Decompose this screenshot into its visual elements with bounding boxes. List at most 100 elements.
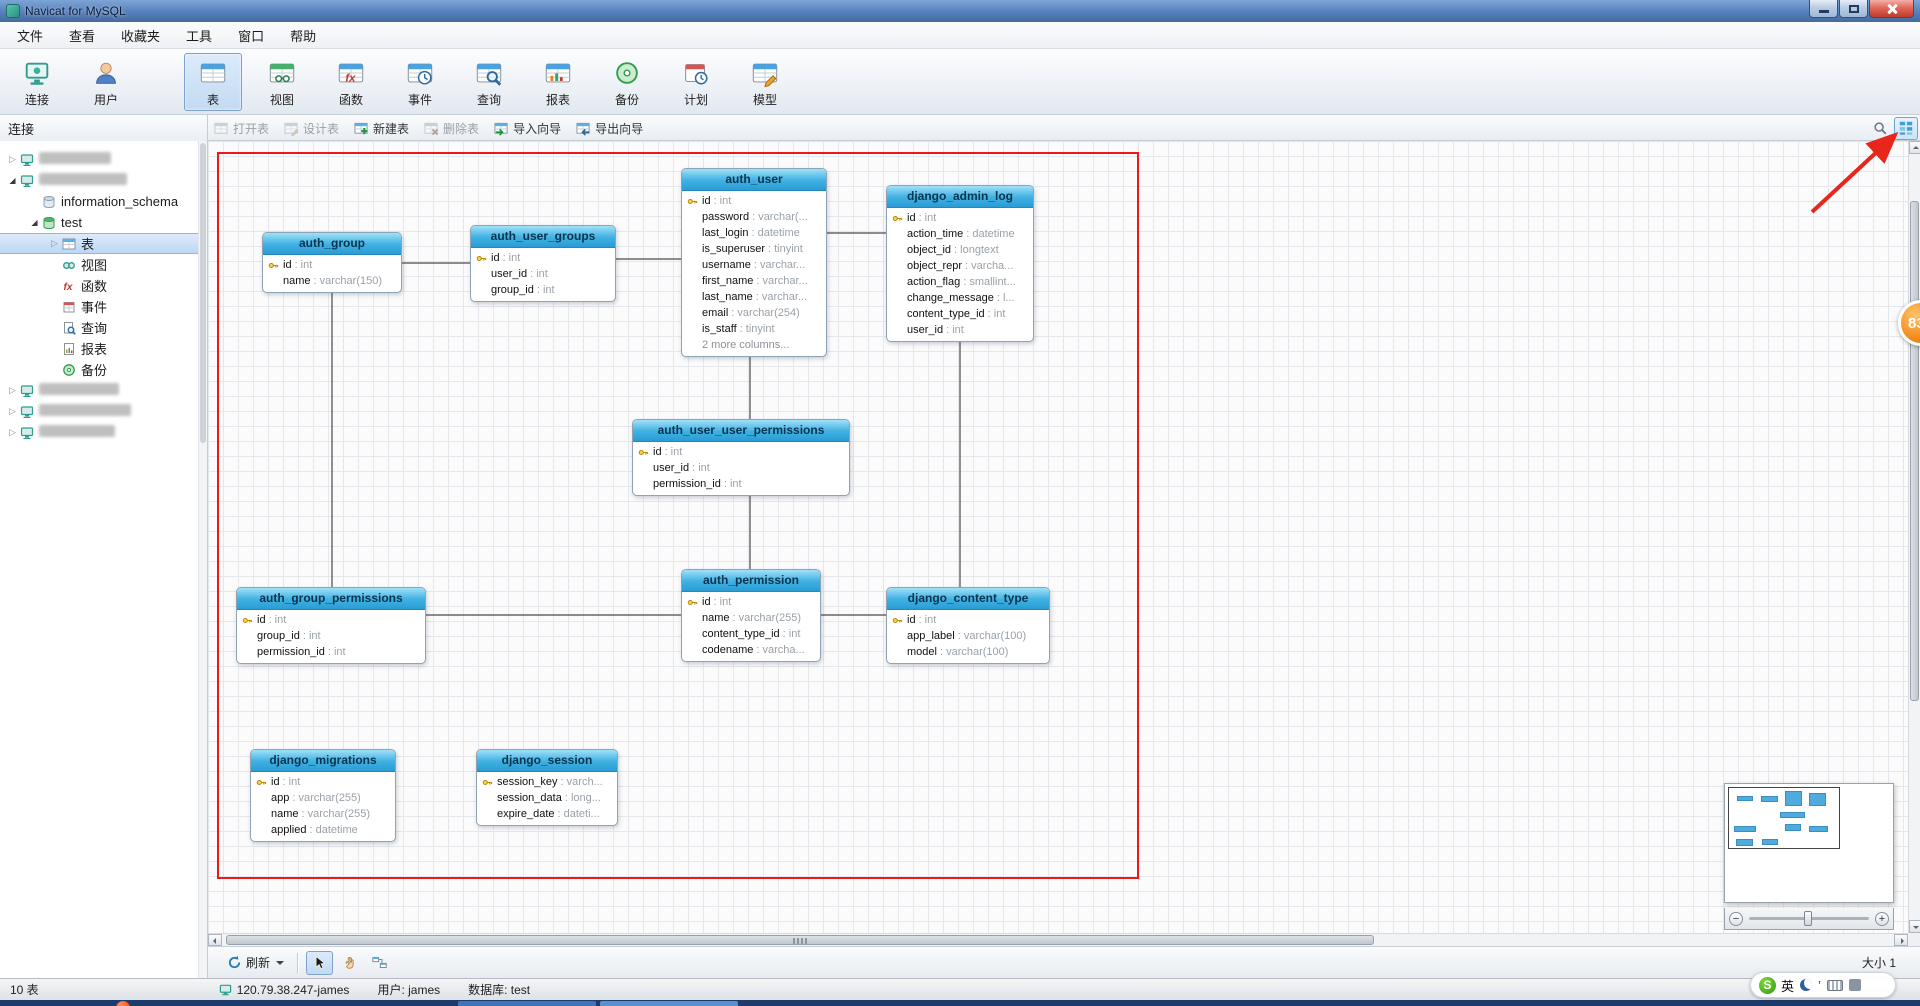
diagram-footer-toolbar: 刷新 大小 1 bbox=[208, 946, 1920, 978]
new-table-icon bbox=[354, 121, 369, 136]
select-tool-button[interactable] bbox=[306, 950, 334, 975]
windows-taskbar[interactable] bbox=[0, 1000, 1920, 1006]
tree-item-connection-5[interactable]: ▷ bbox=[0, 422, 198, 443]
er-diagram-view-button[interactable] bbox=[1894, 116, 1918, 140]
er-diagram-canvas[interactable]: auth_group id: int name: varchar(150) auth_… bbox=[208, 141, 1908, 933]
toolbar-event-button[interactable]: 事件 bbox=[391, 53, 449, 111]
query-icon bbox=[61, 320, 77, 336]
diagram-table-auth_group_permissions[interactable]: auth_group_permissions id: int group_id: i… bbox=[236, 587, 426, 664]
vertical-scrollbar-thumb[interactable] bbox=[1910, 201, 1919, 701]
toolbar-function-button[interactable]: fx 函数 bbox=[322, 53, 380, 111]
minimize-button[interactable] bbox=[1809, 0, 1838, 18]
diagram-table-auth_user_user_permissions[interactable]: auth_user_user_permissions id: int user_id… bbox=[632, 419, 850, 496]
refresh-dropdown-arrow[interactable] bbox=[276, 960, 285, 969]
tree-item-db-information-schema[interactable]: information_schema bbox=[0, 191, 198, 212]
tree-item-test-views[interactable]: 视图 bbox=[0, 254, 198, 275]
sidebar-scrollbar[interactable] bbox=[198, 141, 207, 978]
new-table-button[interactable]: 新建表 bbox=[354, 120, 409, 137]
close-button[interactable] bbox=[1869, 0, 1914, 18]
column-row: applied: datetime bbox=[271, 824, 358, 836]
diagram-table-django_session[interactable]: django_session session_key: varch... sessi… bbox=[476, 749, 618, 826]
taskbar-notification-ball[interactable] bbox=[116, 1001, 130, 1006]
minimap-panel[interactable] bbox=[1724, 783, 1894, 903]
maximize-button[interactable] bbox=[1839, 0, 1868, 18]
tree-item-test-queries[interactable]: 查询 bbox=[0, 317, 198, 338]
diagram-table-django_admin_log[interactable]: django_admin_log id: int action_time: date… bbox=[886, 185, 1034, 342]
primary-key-icon bbox=[268, 260, 283, 271]
horizontal-scrollbar-thumb[interactable] bbox=[226, 935, 1374, 945]
punctuation-icon[interactable]: ’ bbox=[1818, 978, 1821, 993]
ime-language-indicator[interactable]: 英 bbox=[1781, 976, 1794, 995]
scroll-up-button[interactable] bbox=[1909, 141, 1920, 154]
toolbar-query-button[interactable]: 查询 bbox=[460, 53, 518, 111]
open-table-icon bbox=[214, 121, 229, 136]
scroll-down-button[interactable] bbox=[1909, 920, 1920, 933]
window-title: Navicat for MySQL bbox=[25, 4, 126, 18]
cursor-icon bbox=[315, 956, 326, 969]
diagram-table-django_content_type[interactable]: django_content_type id: int app_label: var… bbox=[886, 587, 1050, 664]
open-table-button[interactable]: 打开表 bbox=[214, 120, 269, 137]
scroll-left-button[interactable] bbox=[208, 934, 222, 946]
menu-view[interactable]: 查看 bbox=[56, 22, 108, 48]
refresh-button[interactable]: 刷新 bbox=[222, 950, 289, 975]
toolbar-report-button[interactable]: 报表 bbox=[529, 53, 587, 111]
design-table-button[interactable]: 设计表 bbox=[284, 120, 339, 137]
sogou-logo-icon[interactable]: S bbox=[1759, 976, 1776, 994]
zoom-slider-track[interactable] bbox=[1749, 911, 1869, 926]
toolbar-view-button[interactable]: 视图 bbox=[253, 53, 311, 111]
tree-item-connection-3[interactable]: ▷ bbox=[0, 380, 198, 401]
menu-tools[interactable]: 工具 bbox=[173, 22, 225, 48]
diagram-table-auth_permission[interactable]: auth_permission id: int name: varchar(255)… bbox=[681, 569, 821, 662]
zoom-out-button[interactable]: − bbox=[1729, 911, 1743, 926]
ime-toolbox-icon[interactable] bbox=[1848, 979, 1861, 991]
toolbar-model-button[interactable]: 模型 bbox=[736, 53, 794, 111]
diagram-table-auth_user_groups[interactable]: auth_user_groups id: int user_id: int group… bbox=[470, 225, 616, 302]
relation-tool-button[interactable] bbox=[366, 951, 393, 975]
ime-toolbar[interactable]: S 英 ’ bbox=[1750, 972, 1896, 998]
zoom-slider-thumb[interactable] bbox=[1804, 911, 1813, 926]
sidebar-scrollbar-thumb[interactable] bbox=[200, 143, 206, 443]
column-row: last_login: datetime bbox=[702, 227, 800, 239]
vertical-scrollbar[interactable] bbox=[1908, 141, 1920, 933]
primary-key-icon bbox=[892, 615, 907, 626]
menu-window[interactable]: 窗口 bbox=[225, 22, 277, 48]
toolbar-connection-button[interactable]: 连接 bbox=[8, 53, 66, 111]
connections-pane-header: 连接 bbox=[0, 115, 208, 141]
table-title: django_migrations bbox=[251, 750, 395, 772]
tree-item-test-functions[interactable]: fx 函数 bbox=[0, 275, 198, 296]
search-icon[interactable] bbox=[1869, 117, 1891, 139]
tree-item-test-events[interactable]: 事件 bbox=[0, 296, 198, 317]
menu-favorites[interactable]: 收藏夹 bbox=[108, 22, 173, 48]
model-icon bbox=[749, 57, 781, 89]
menu-help[interactable]: 帮助 bbox=[277, 22, 329, 48]
tree-item-test-tables[interactable]: ▷ 表 bbox=[0, 233, 198, 254]
moon-icon[interactable] bbox=[1800, 979, 1813, 991]
tree-item-connection-1[interactable]: ▷ bbox=[0, 149, 198, 170]
tree-item-test-backups[interactable]: 备份 bbox=[0, 359, 198, 380]
column-row: user_id: int bbox=[491, 268, 548, 280]
scroll-right-button[interactable] bbox=[1894, 934, 1908, 946]
toolbar-user-button[interactable]: 用户 bbox=[77, 53, 135, 111]
zoom-in-button[interactable]: + bbox=[1875, 911, 1889, 926]
keyboard-icon[interactable] bbox=[1826, 979, 1843, 991]
diagram-table-auth_user[interactable]: auth_user id: int password: varchar(... las… bbox=[681, 168, 827, 357]
toolbar-schedule-button[interactable]: 计划 bbox=[667, 53, 725, 111]
delete-table-button[interactable]: 删除表 bbox=[424, 120, 479, 137]
export-wizard-button[interactable]: 导出向导 bbox=[576, 120, 643, 137]
column-row: name: varchar(255) bbox=[702, 612, 802, 624]
toolbar-backup-button[interactable]: 备份 bbox=[598, 53, 656, 111]
tree-item-db-test[interactable]: ◢ test bbox=[0, 212, 198, 233]
pan-tool-button[interactable] bbox=[336, 951, 363, 975]
toolbar-table-button[interactable]: 表 bbox=[184, 53, 242, 111]
diagram-table-django_migrations[interactable]: django_migrations id: int app: varchar(255… bbox=[250, 749, 396, 842]
horizontal-scrollbar[interactable] bbox=[208, 933, 1908, 946]
minimap-table-tile bbox=[1734, 826, 1756, 832]
tree-item-connection-4[interactable]: ▷ bbox=[0, 401, 198, 422]
taskbar-button[interactable] bbox=[458, 1001, 596, 1006]
taskbar-button[interactable] bbox=[600, 1001, 738, 1006]
tree-item-test-reports[interactable]: 报表 bbox=[0, 338, 198, 359]
diagram-table-auth_group[interactable]: auth_group id: int name: varchar(150) bbox=[262, 232, 402, 293]
import-wizard-button[interactable]: 导入向导 bbox=[494, 120, 561, 137]
menu-file[interactable]: 文件 bbox=[4, 22, 56, 48]
tree-item-connection-2[interactable]: ◢ bbox=[0, 170, 198, 191]
